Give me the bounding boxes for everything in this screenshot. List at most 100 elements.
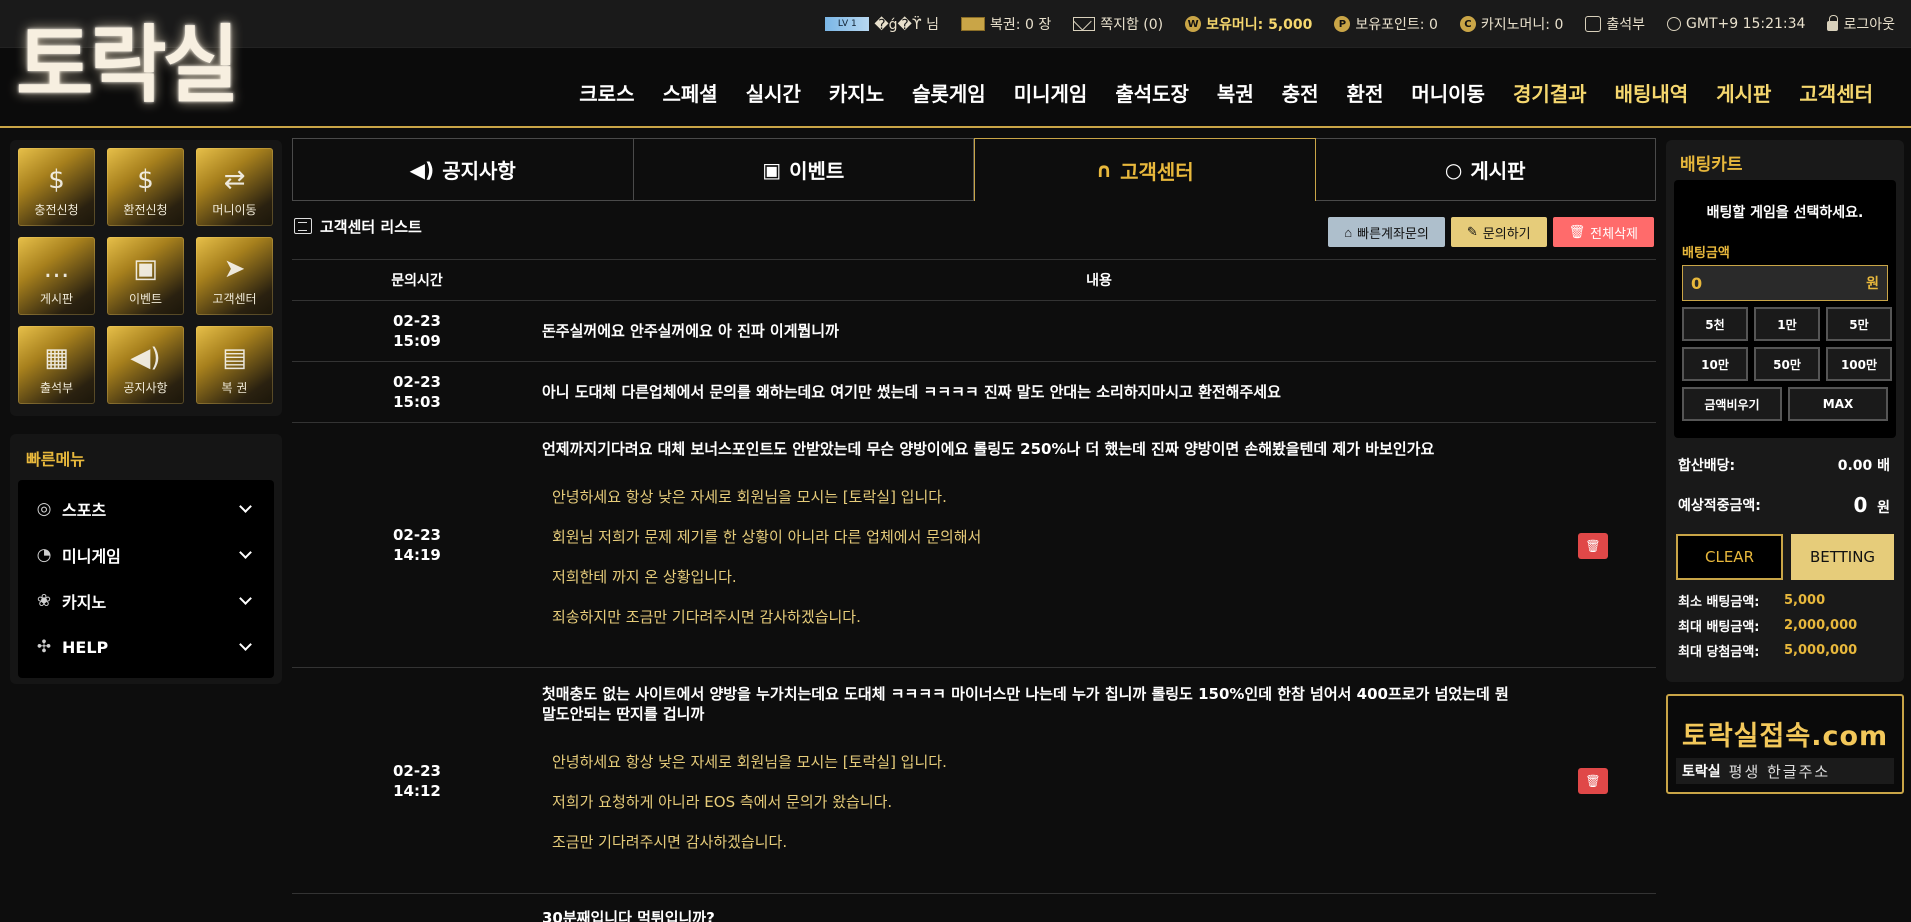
delete-row-button[interactable]: 🗑 [1578, 768, 1608, 794]
points-info[interactable]: P 보유포인트: 0 [1334, 14, 1438, 34]
combined-odds-value: 0.00 배 [1837, 458, 1890, 474]
nav-special[interactable]: 스페셜 [648, 78, 731, 107]
expected-win-unit: 원 [1877, 500, 1890, 516]
quick-menu-sports[interactable]: ◎ 스포츠 [18, 486, 274, 532]
quick-withdraw-button[interactable]: $ 환전신청 [107, 148, 184, 226]
quick-customer-center-button[interactable]: ➤ 고객센터 [196, 237, 273, 315]
nav-results[interactable]: 경기결과 [1499, 78, 1601, 107]
attendance-link[interactable]: 출석부 [1585, 14, 1645, 34]
gift-icon: ▣ [762, 157, 782, 182]
lottery-link[interactable]: 복권: 0 장 [961, 14, 1051, 34]
row-content: 첫매충도 없는 사이트에서 양방을 누가치는데요 도대체 ㅋㅋㅋㅋ 마이너스만 … [542, 668, 1656, 893]
top-info-bar: LV 1 �ǵ�ϔ 님 복권: 0 장 쪽지함 (0) W 보유머니: 5,00… [0, 0, 1911, 48]
nav-board[interactable]: 게시판 [1702, 78, 1785, 107]
bet-amount-input[interactable]: 0 원 [1682, 265, 1888, 301]
quick-button-label: 환전신청 [123, 203, 168, 217]
casino-money-info[interactable]: C 카지노머니: 0 [1459, 14, 1563, 34]
amount-10k-button[interactable]: 1만 [1754, 307, 1820, 341]
domain-banner[interactable]: 토락실접속.com 토락실 평생 한글주소 [1666, 694, 1904, 794]
transfer-icon: ⇄ [223, 165, 246, 195]
nav-casino[interactable]: 카지노 [815, 78, 898, 107]
bank-icon: ⌂ [1344, 224, 1353, 240]
chevron-down-icon [239, 592, 252, 605]
nav-deposit[interactable]: 충전 [1268, 78, 1333, 107]
pacman-icon: ◔ [36, 545, 52, 565]
nav-minigame[interactable]: 미니게임 [1000, 78, 1102, 107]
messages-link[interactable]: 쪽지함 (0) [1073, 14, 1163, 34]
answer-line: 안녕하세요 항상 낮은 자세로 회원님을 모시는 [토락실] 입니다. [552, 488, 947, 506]
reset-amount-button[interactable]: 금액비우기 [1682, 387, 1782, 421]
bet-amount-value: 0 [1691, 273, 1703, 293]
site-logo[interactable]: 토락실 [16, 18, 248, 112]
amount-100k-button[interactable]: 10만 [1682, 347, 1748, 381]
betting-button[interactable]: BETTING [1791, 534, 1894, 580]
row-content: 돈주실꺼에요 안주실꺼에요 아 진파 이게뭡니까 [542, 301, 1656, 361]
lock-icon [1827, 15, 1839, 31]
nav-lottery[interactable]: 복권 [1203, 78, 1268, 107]
nav-customer-center[interactable]: 고객센터 [1785, 78, 1887, 107]
quick-money-transfer-button[interactable]: ⇄ 머니이동 [196, 148, 273, 226]
messages-count: 쪽지함 (0) [1100, 17, 1164, 33]
table-row[interactable]: 30분째입니다 먹튀입니까? [292, 894, 1656, 922]
nav-money-transfer[interactable]: 머니이동 [1397, 78, 1499, 107]
table-row[interactable]: 02-23 14:19 언제까지기다려요 대체 보너스포인트도 안받았는데 무슨… [292, 423, 1656, 668]
quick-button-label: 머니이동 [212, 203, 257, 217]
tab-event[interactable]: ▣ 이벤트 [633, 138, 974, 201]
nav-withdraw[interactable]: 환전 [1333, 78, 1398, 107]
table-row[interactable]: 02-23 15:09 돈주실꺼에요 안주실꺼에요 아 진파 이게뭡니까 [292, 301, 1656, 362]
clock-info: GMT+9 15:21:34 [1667, 16, 1805, 32]
bet-cart-message: 배팅할 게임을 선택하세요. [1706, 205, 1864, 221]
quick-menu-minigame[interactable]: ◔ 미니게임 [18, 532, 274, 578]
max-amount-button[interactable]: MAX [1788, 387, 1888, 421]
table-row[interactable]: 02-23 15:03 아니 도대체 다른업체에서 문의를 왜하는데요 여기만 … [292, 362, 1656, 423]
answer-line: 조금만 기다려주시면 감사하겠습니다. [552, 833, 788, 851]
row-content: 30분째입니다 먹튀입니까? [542, 894, 1656, 922]
quick-account-inquiry-button[interactable]: ⌂ 빠른계좌문의 [1328, 217, 1445, 247]
quick-menu-help[interactable]: ✣ HELP [18, 624, 274, 670]
amount-5k-button[interactable]: 5천 [1682, 307, 1748, 341]
quick-button-label: 충전신청 [34, 203, 79, 217]
quick-menu-label: 스포츠 [62, 501, 107, 520]
table-row[interactable]: 02-23 14:12 첫매충도 없는 사이트에서 양방을 누가치는데요 도대체… [292, 668, 1656, 894]
won-coin-icon: W [1185, 16, 1202, 32]
quick-attendance-button[interactable]: ▦ 출석부 [18, 326, 95, 404]
write-inquiry-button[interactable]: ✎ 문의하기 [1450, 217, 1547, 247]
nav-live[interactable]: 실시간 [732, 78, 815, 107]
quick-deposit-button[interactable]: $ 충전신청 [18, 148, 95, 226]
tab-board[interactable]: ○ 게시판 [1315, 138, 1656, 201]
trash-icon: 🗑 [1568, 224, 1586, 239]
main-content: ◀) 공지사항 ▣ 이벤트 ∩ 고객센터 ○ 게시판 고객센터 리스트 ⌂ 빠른… [292, 138, 1656, 922]
column-content: 내용 [1086, 273, 1112, 289]
row-answer: 안녕하세요 항상 낮은 자세로 회원님을 모시는 [토락실] 입니다. 저희가 … [542, 742, 1526, 862]
user-info: LV 1 �ǵ�ϔ 님 [825, 14, 939, 34]
list-toolbar: 고객센터 리스트 ⌂ 빠른계좌문의 ✎ 문의하기 🗑 전체삭제 [292, 201, 1656, 251]
row-clock: 14:19 [393, 546, 441, 564]
quick-notice-button[interactable]: ◀) 공지사항 [107, 326, 184, 404]
nav-bet-history[interactable]: 배팅내역 [1601, 78, 1703, 107]
amount-500k-button[interactable]: 50만 [1754, 347, 1820, 381]
nav-cross[interactable]: 크로스 [565, 78, 648, 107]
row-answer: 안녕하세요 항상 낮은 자세로 회원님을 모시는 [토락실] 입니다. 회원님 … [542, 477, 1656, 637]
logout-button[interactable]: 로그아웃 [1827, 14, 1895, 34]
delete-row-button[interactable]: 🗑 [1578, 533, 1608, 559]
quick-lottery-button[interactable]: ▤ 복 권 [196, 326, 273, 404]
tab-notice[interactable]: ◀) 공지사항 [292, 138, 634, 201]
combined-odds: 합산배당: 0.00 배 [1666, 448, 1904, 482]
delete-all-button[interactable]: 🗑 전체삭제 [1552, 217, 1654, 247]
limit-label: 최대 당첨금액: [1678, 645, 1760, 660]
quick-menu-casino[interactable]: ❀ 카지노 [18, 578, 274, 624]
nav-attendance[interactable]: 출석도장 [1101, 78, 1203, 107]
limit-value: 2,000,000 [1784, 618, 1858, 633]
tab-label: 이벤트 [789, 159, 845, 183]
combined-odds-label: 합산배당: [1678, 458, 1736, 474]
row-time [292, 894, 542, 922]
quick-board-button[interactable]: … 게시판 [18, 237, 95, 315]
amount-50k-button[interactable]: 5만 [1826, 307, 1892, 341]
clear-button[interactable]: CLEAR [1676, 534, 1783, 580]
quick-event-button[interactable]: ▣ 이벤트 [107, 237, 184, 315]
tab-customer-center[interactable]: ∩ 고객센터 [974, 138, 1316, 201]
amount-1m-button[interactable]: 100만 [1826, 347, 1892, 381]
nav-slot[interactable]: 슬롯게임 [898, 78, 1000, 107]
button-label: 문의하기 [1482, 225, 1531, 241]
limit-value: 5,000 [1784, 593, 1826, 608]
